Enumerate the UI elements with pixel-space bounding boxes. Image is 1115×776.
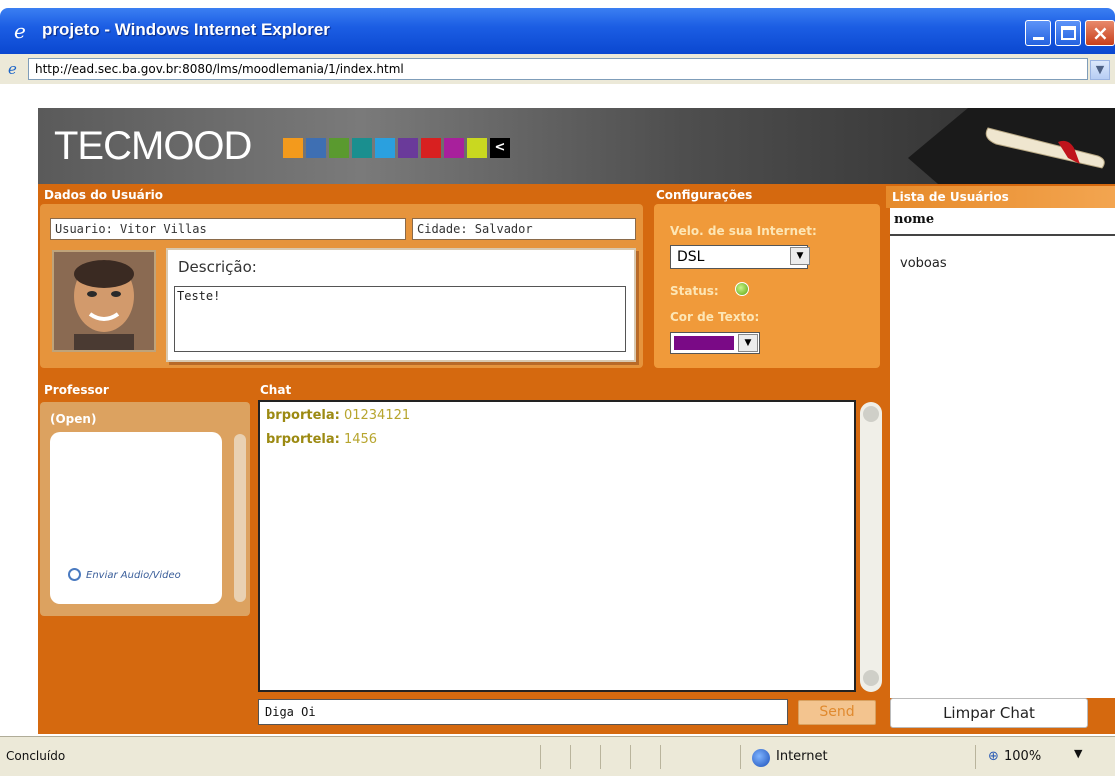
chat-message-text: 01234121 xyxy=(343,408,411,423)
chevron-down-icon: ▼ xyxy=(744,338,752,348)
logo-swatch xyxy=(283,138,303,158)
chat-label: Chat xyxy=(260,383,292,397)
back-arrow-icon[interactable]: < xyxy=(490,138,510,158)
status-bar: Concluído Internet ⊕ 100% ▼ xyxy=(0,736,1115,776)
maximize-button[interactable] xyxy=(1055,20,1081,46)
tecmood-app: TECMOOD < Dados do Usuário Usuario: Vito… xyxy=(38,108,1115,734)
column-divider xyxy=(890,234,1115,236)
internet-zone-icon xyxy=(752,749,770,767)
speed-select[interactable]: DSL xyxy=(670,245,808,269)
user-list-column-header[interactable]: nome xyxy=(894,212,934,227)
close-icon: × xyxy=(1092,21,1109,45)
status-divider xyxy=(740,745,741,769)
text-color-swatch xyxy=(674,336,734,350)
usuario-field[interactable]: Usuario: Vitor Villas xyxy=(50,218,406,240)
configuracoes-label: Configurações xyxy=(656,188,753,202)
status-label: Status: xyxy=(670,284,719,298)
lista-usuarios-header: Lista de Usuários xyxy=(886,186,1115,208)
page-content: TECMOOD < Dados do Usuário Usuario: Vito… xyxy=(0,84,1115,734)
status-indicator-icon xyxy=(735,282,749,296)
ie-logo-icon: e xyxy=(14,19,26,43)
limpar-chat-button[interactable]: Limpar Chat xyxy=(890,698,1088,728)
user-list-item[interactable]: voboas xyxy=(900,256,947,271)
logo-swatch xyxy=(444,138,464,158)
user-avatar xyxy=(52,250,156,352)
scroll-up-icon[interactable] xyxy=(863,406,879,422)
text-color-label: Cor de Texto: xyxy=(670,310,760,324)
url-dropdown-button[interactable]: ▼ xyxy=(1090,60,1110,80)
close-button[interactable]: × xyxy=(1085,20,1115,46)
logo-swatch xyxy=(375,138,395,158)
status-divider xyxy=(630,745,631,769)
url-text: http://ead.sec.ba.gov.br:8080/lms/moodle… xyxy=(35,62,404,76)
chevron-down-icon: ▼ xyxy=(1095,63,1105,76)
banner: TECMOOD < xyxy=(38,108,1115,184)
chat-message-text: 1456 xyxy=(343,432,378,447)
descricao-box: Descrição: Teste! xyxy=(166,248,636,362)
diploma-image xyxy=(908,108,1115,184)
status-divider xyxy=(660,745,661,769)
status-divider xyxy=(600,745,601,769)
url-field[interactable]: http://ead.sec.ba.gov.br:8080/lms/moodle… xyxy=(28,58,1088,80)
chat-message: brportela: 1456 xyxy=(266,432,377,447)
status-text: Concluído xyxy=(6,749,66,763)
status-divider xyxy=(975,745,976,769)
speed-label: Velo. de sua Internet: xyxy=(670,224,817,238)
speed-value: DSL xyxy=(677,249,705,265)
user-list: nome voboas xyxy=(890,208,1115,698)
chat-message-user: brportela: xyxy=(266,408,340,423)
logo-swatch xyxy=(306,138,326,158)
logo-swatch xyxy=(421,138,441,158)
logo-swatches: < xyxy=(283,138,510,158)
status-divider xyxy=(540,745,541,769)
chat-log: brportela: 01234121 brportela: 1456 xyxy=(258,400,856,692)
professor-label: Professor xyxy=(44,383,109,397)
logo-swatch xyxy=(352,138,372,158)
title-bar[interactable]: e projeto - Windows Internet Explorer × xyxy=(0,8,1115,54)
chat-message: brportela: 01234121 xyxy=(266,408,410,423)
chat-input[interactable]: Diga Oi xyxy=(258,699,788,725)
logo-swatch xyxy=(398,138,418,158)
chat-message-user: brportela: xyxy=(266,432,340,447)
page-icon: e xyxy=(8,60,17,78)
chat-scrollbar[interactable] xyxy=(860,402,882,692)
descricao-textarea[interactable]: Teste! xyxy=(174,286,626,352)
status-divider xyxy=(570,745,571,769)
logo-swatch xyxy=(329,138,349,158)
lista-usuarios-label: Lista de Usuários xyxy=(892,190,1009,204)
minimize-icon xyxy=(1033,37,1044,40)
send-av-icon xyxy=(68,568,81,581)
send-button[interactable]: Send xyxy=(798,700,876,725)
dados-usuario-label: Dados do Usuário xyxy=(44,188,164,202)
chevron-down-icon: ▼ xyxy=(796,251,804,261)
zoom-level[interactable]: 100% xyxy=(1004,749,1041,764)
professor-scrollbar[interactable] xyxy=(234,434,246,602)
minimize-button[interactable] xyxy=(1025,20,1051,46)
scroll-down-icon[interactable] xyxy=(863,670,879,686)
cidade-field[interactable]: Cidade: Salvador xyxy=(412,218,636,240)
logo-swatch xyxy=(467,138,487,158)
avatar-face-icon xyxy=(54,252,154,350)
zoom-icon: ⊕ xyxy=(988,749,999,764)
maximize-icon xyxy=(1061,26,1076,40)
professor-status: (Open) xyxy=(50,412,97,426)
ie-window: e projeto - Windows Internet Explorer × … xyxy=(0,0,1115,776)
speed-dropdown-button[interactable]: ▼ xyxy=(790,247,810,265)
text-color-dropdown-button[interactable]: ▼ xyxy=(738,334,758,352)
security-zone: Internet xyxy=(776,749,828,764)
window-title: projeto - Windows Internet Explorer xyxy=(42,20,330,39)
send-av-link[interactable]: Enviar Audio/Video xyxy=(86,570,181,581)
address-bar: e http://ead.sec.ba.gov.br:8080/lms/mood… xyxy=(0,54,1115,84)
zoom-dropdown-icon[interactable]: ▼ xyxy=(1074,747,1082,760)
descricao-label: Descrição: xyxy=(178,258,257,276)
tecmood-logo: TECMOOD xyxy=(54,124,252,168)
